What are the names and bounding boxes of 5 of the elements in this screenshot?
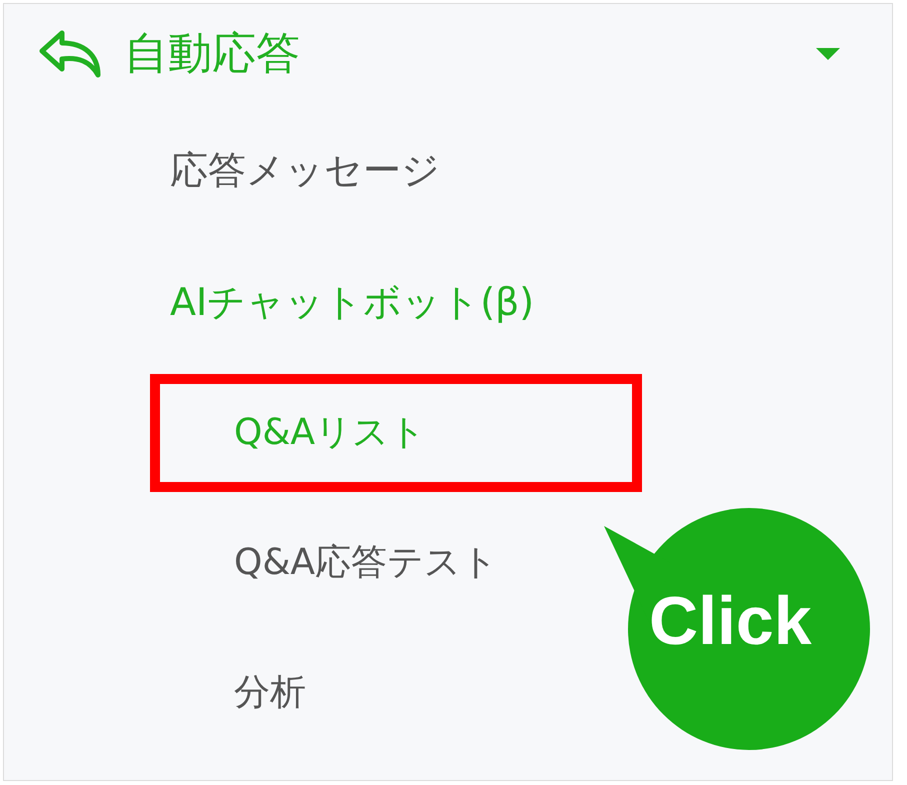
caret-icon[interactable] (814, 46, 842, 62)
submenu-item[interactable]: Q&A応答テスト (234, 536, 498, 590)
callout-text: Click (649, 587, 812, 655)
submenu-item[interactable]: 分析 (234, 666, 306, 720)
menu-item[interactable]: 応答メッセージ (170, 142, 440, 198)
